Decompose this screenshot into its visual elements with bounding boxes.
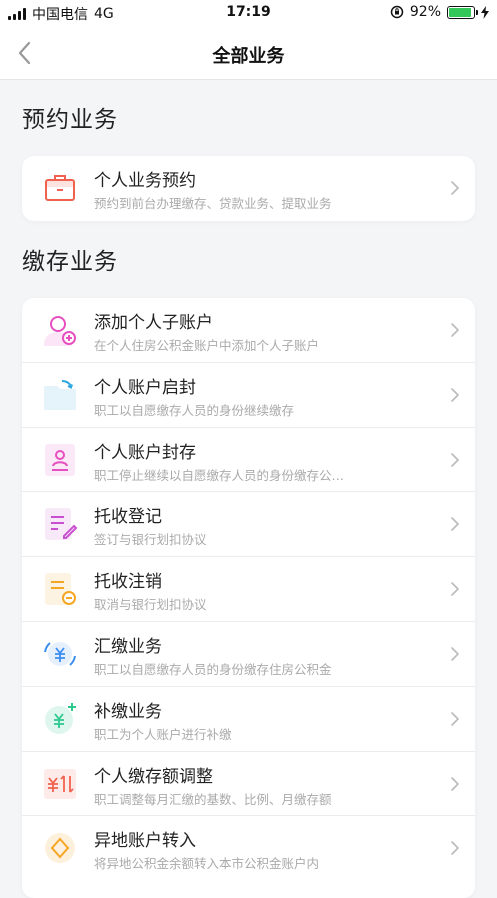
yuan-adjust-icon bbox=[44, 768, 76, 799]
list-item[interactable]: 添加个人子账户在个人住房公积金账户中添加个人子账户 bbox=[22, 298, 475, 363]
item-subtitle: 取消与银行划扣协议 bbox=[94, 597, 207, 613]
list-item[interactable]: 托收注销取消与银行划扣协议 bbox=[22, 557, 475, 622]
add-user-icon bbox=[43, 316, 76, 346]
list-item[interactable]: 异地账户转入将异地公积金余额转入本市公积金账户内 bbox=[22, 816, 475, 881]
item-title: 托收注销 bbox=[94, 572, 162, 593]
item-subtitle: 预约到前台办理缴存、贷款业务、提取业务 bbox=[94, 196, 332, 211]
section-title-deposit: 缴存业务 bbox=[22, 249, 118, 275]
item-title: 异地账户转入 bbox=[94, 831, 196, 852]
list-item[interactable]: 汇缴业务职工以自愿缴存人员的身份缴存住房公积金 bbox=[22, 622, 475, 687]
item-title: 个人账户启封 bbox=[94, 377, 196, 398]
chevron-right-icon bbox=[451, 647, 459, 661]
battery-icon bbox=[447, 5, 478, 19]
yuan-plus-icon bbox=[45, 702, 76, 734]
item-subtitle: 职工为个人账户进行补缴 bbox=[94, 726, 232, 742]
item-title: 补缴业务 bbox=[94, 701, 162, 722]
nav-bar: 全部业务 bbox=[0, 26, 497, 80]
item-title: 个人缴存额调整 bbox=[94, 766, 213, 787]
deposit-card: 添加个人子账户在个人住房公积金账户中添加个人子账户个人账户启封职工以自愿缴存人员… bbox=[22, 298, 475, 898]
chevron-right-icon bbox=[451, 323, 459, 337]
chevron-right-icon bbox=[451, 517, 459, 532]
charging-icon bbox=[481, 5, 489, 19]
chevron-right-icon bbox=[451, 452, 459, 467]
transfer-in-icon bbox=[45, 833, 75, 864]
document-edit-icon bbox=[45, 508, 78, 541]
item-title: 汇缴业务 bbox=[94, 636, 162, 657]
item-subtitle: 职工以自愿缴存人员的身份缴存住房公积金 bbox=[94, 661, 332, 677]
page-title: 全部业务 bbox=[212, 46, 285, 67]
item-subtitle: 职工停止继续以自愿缴存人员的身份缴存公… bbox=[94, 467, 345, 483]
item-title: 托收登记 bbox=[94, 507, 162, 528]
reservation-card: 个人业务预约预约到前台办理缴存、贷款业务、提取业务 bbox=[22, 156, 475, 221]
item-subtitle: 职工调整每月汇缴的基数、比例、月缴存额 bbox=[94, 791, 332, 807]
list-item[interactable]: 个人业务预约预约到前台办理缴存、贷款业务、提取业务 bbox=[22, 156, 475, 221]
yuan-cycle-icon bbox=[44, 641, 76, 666]
item-subtitle: 签订与银行划扣协议 bbox=[94, 532, 207, 548]
item-subtitle: 在个人住房公积金账户中添加个人子账户 bbox=[94, 338, 320, 353]
item-title: 添加个人子账户 bbox=[94, 313, 213, 333]
document-cancel-icon bbox=[45, 573, 76, 606]
open-folder-icon bbox=[44, 379, 76, 410]
item-title: 个人业务预约 bbox=[94, 171, 196, 191]
battery-percent: 92% bbox=[409, 4, 441, 20]
item-title: 个人账户封存 bbox=[94, 442, 196, 463]
section-title-reservation: 预约业务 bbox=[22, 107, 118, 133]
chevron-right-icon bbox=[451, 387, 459, 402]
list-item[interactable]: 托收登记签订与银行划扣协议 bbox=[22, 492, 475, 558]
orientation-lock-icon bbox=[390, 5, 404, 19]
list-item[interactable]: 个人账户启封职工以自愿缴存人员的身份继续缴存 bbox=[22, 363, 475, 428]
item-subtitle: 将异地公积金余额转入本市公积金账户内 bbox=[94, 856, 320, 872]
chevron-right-icon bbox=[451, 181, 459, 195]
chevron-right-icon bbox=[451, 841, 459, 856]
status-bar: 中国电信 4G 17:19 92% bbox=[0, 0, 497, 26]
chevron-right-icon bbox=[451, 711, 459, 726]
status-right: 92% bbox=[390, 4, 489, 20]
briefcase-icon bbox=[45, 175, 75, 201]
item-subtitle: 职工以自愿缴存人员的身份继续缴存 bbox=[94, 402, 295, 418]
chevron-right-icon bbox=[451, 776, 459, 791]
chevron-right-icon bbox=[451, 582, 459, 596]
list-item[interactable]: 个人账户封存职工停止继续以自愿缴存人员的身份缴存公… bbox=[22, 428, 475, 493]
list-item[interactable]: 个人缴存额调整职工调整每月汇缴的基数、比例、月缴存额 bbox=[22, 752, 475, 817]
sealed-profile-icon bbox=[45, 443, 75, 476]
list-item[interactable]: 补缴业务职工为个人账户进行补缴 bbox=[22, 687, 475, 752]
